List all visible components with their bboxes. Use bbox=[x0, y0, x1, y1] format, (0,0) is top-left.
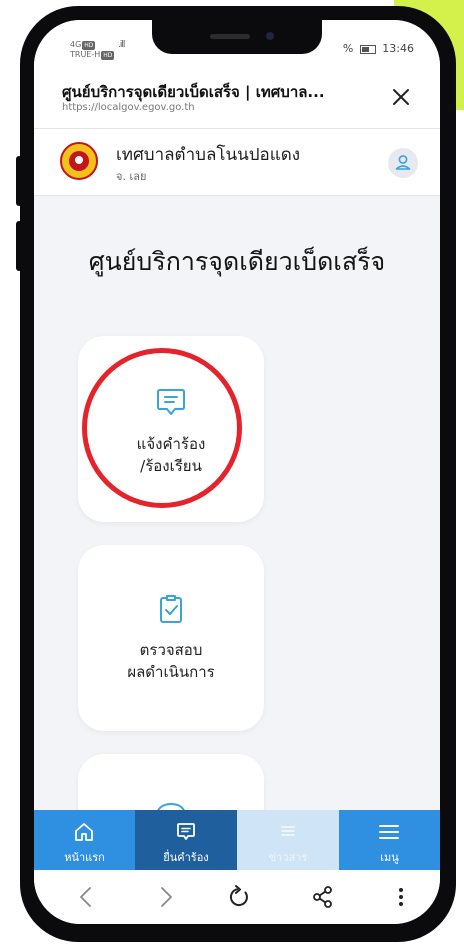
battery-icon bbox=[359, 44, 376, 54]
signal-icon: .ill bbox=[118, 40, 125, 50]
nav-label: ข่าวสาร bbox=[268, 851, 308, 864]
browser-bar: ศูนย์บริการจุดเดียวเบ็ดเสร็จ | เทศบาล...… bbox=[34, 72, 440, 129]
page-title: ศูนย์บริการจุดเดียวเบ็ดเสร็จ bbox=[88, 247, 386, 276]
nav-item-home[interactable]: หน้าแรก bbox=[34, 810, 135, 870]
browser-page-title: ศูนย์บริการจุดเดียวเบ็ดเสร็จ | เทศบาล... bbox=[62, 83, 325, 101]
nav-item-submit-request[interactable]: ยื่นคำร้อง bbox=[135, 810, 237, 870]
browser-nav bbox=[34, 870, 440, 924]
phone-screen: 4G HD TRUE-H HD .ill % 13:46 ศูนย์บริการจุ… bbox=[34, 20, 440, 924]
status-right: % 13:46 bbox=[343, 42, 414, 55]
nav-item-news[interactable]: ข่าวสาร bbox=[237, 810, 339, 870]
municipal-seal-icon bbox=[60, 142, 98, 180]
message-icon bbox=[177, 823, 195, 840]
carrier-info: 4G HD TRUE-H HD bbox=[70, 40, 115, 60]
phone-side-button bbox=[16, 156, 22, 206]
news-icon bbox=[281, 826, 295, 836]
card-label-line2: ผลดำเนินการ bbox=[127, 663, 215, 681]
nav-label: หน้าแรก bbox=[64, 851, 105, 864]
status-time: 13:46 bbox=[382, 42, 414, 55]
org-header: เทศบาลตำบลโนนปอแดง จ. เลย bbox=[34, 129, 440, 196]
phone-frame: 4G HD TRUE-H HD .ill % 13:46 ศูนย์บริการจุ… bbox=[16, 6, 456, 942]
carrier-name: TRUE-H bbox=[70, 50, 101, 59]
clipboard-check-icon bbox=[160, 595, 182, 623]
back-icon[interactable] bbox=[72, 882, 102, 912]
status-bar: 4G HD TRUE-H HD .ill % 13:46 bbox=[34, 20, 440, 72]
nav-label: ยื่นคำร้อง bbox=[163, 851, 209, 864]
user-button[interactable] bbox=[388, 148, 418, 178]
more-icon[interactable] bbox=[386, 882, 416, 912]
phone-side-button bbox=[16, 221, 22, 271]
home-icon bbox=[75, 823, 93, 841]
org-province: จ. เลย bbox=[116, 170, 147, 183]
network-type: 4G bbox=[70, 40, 82, 49]
forward-icon[interactable] bbox=[150, 882, 180, 912]
org-name: เทศบาลตำบลโนนปอแดง bbox=[116, 145, 301, 165]
bottom-nav: หน้าแรก ยื่นคำร้อง ข่าวสาร เมนู bbox=[34, 810, 440, 870]
browser-url[interactable]: https://localgov.egov.go.th bbox=[62, 102, 195, 113]
nav-item-menu[interactable]: เมนู bbox=[339, 810, 440, 870]
camera-icon bbox=[266, 32, 274, 40]
phone-notch bbox=[152, 20, 322, 54]
user-icon bbox=[395, 155, 411, 170]
highlight-circle bbox=[82, 348, 242, 508]
reload-icon[interactable] bbox=[224, 882, 254, 912]
card-check-status[interactable]: ตรวจสอบ ผลดำเนินการ bbox=[78, 545, 264, 731]
menu-icon bbox=[379, 825, 399, 839]
nav-label: เมนู bbox=[380, 851, 399, 864]
card-label-line1: ตรวจสอบ bbox=[139, 641, 203, 659]
share-icon[interactable] bbox=[308, 882, 338, 912]
battery-percent: % bbox=[342, 42, 354, 55]
close-icon[interactable] bbox=[388, 84, 414, 110]
